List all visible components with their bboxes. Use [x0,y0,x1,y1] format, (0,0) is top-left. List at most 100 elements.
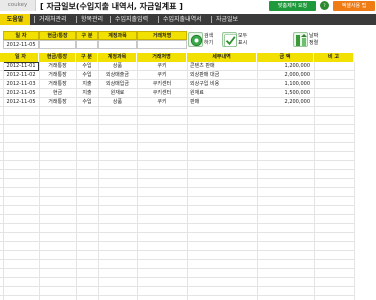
cell-note[interactable] [314,206,354,215]
cell-category[interactable] [76,287,98,296]
cell-note[interactable] [314,287,354,296]
cell-account[interactable]: 외상매출금 [98,71,137,80]
cell-amount[interactable] [257,242,314,251]
cell-client[interactable] [137,143,187,152]
cell-date[interactable]: 2012-11-01 [3,62,39,71]
cell-date[interactable] [3,296,39,300]
cell-date[interactable] [3,206,39,215]
cell-client[interactable] [137,215,187,224]
cell-account[interactable] [98,170,137,179]
cell-date[interactable] [3,197,39,206]
cell-amount[interactable] [257,161,314,170]
cell-account-type[interactable] [39,188,76,197]
cell-client[interactable] [137,287,187,296]
cell-category[interactable] [76,206,98,215]
cell-date[interactable] [3,233,39,242]
cell-details[interactable] [187,269,257,278]
cell-amount[interactable]: 1,500,000 [257,89,314,98]
cell-category[interactable] [76,170,98,179]
cell-account[interactable] [98,197,137,206]
cell-note[interactable] [314,143,354,152]
cell-client[interactable] [137,152,187,161]
cell-account[interactable]: 상품 [98,98,137,107]
cell-account-type[interactable] [39,125,76,134]
cell-account[interactable] [98,251,137,260]
nav-item-statement[interactable]: 수입지출내역서 [163,14,202,25]
cell-note[interactable] [314,89,354,98]
cell-details[interactable] [187,188,257,197]
cell-client[interactable] [137,179,187,188]
help-icon[interactable]: ? [320,1,329,10]
nav-item-daily-report[interactable]: 자금일보 [216,14,238,25]
cell-client[interactable] [137,134,187,143]
cell-amount[interactable] [257,125,314,134]
table-row[interactable] [0,161,354,170]
cell-details[interactable] [187,125,257,134]
cell-note[interactable] [314,197,354,206]
cell-details[interactable]: 콘텐츠 판매 [187,62,257,71]
cell-note[interactable] [314,269,354,278]
table-row[interactable] [0,125,354,134]
cell-details[interactable] [187,287,257,296]
cell-account-type[interactable] [39,224,76,233]
cell-details[interactable]: 원재료 [187,89,257,98]
nav-item-clients[interactable]: 거래처관리 [39,14,67,25]
cell-date[interactable] [3,152,39,161]
cell-details[interactable] [187,143,257,152]
cell-category[interactable] [76,107,98,116]
cell-client[interactable] [137,188,187,197]
cell-note[interactable] [314,215,354,224]
cell-amount[interactable] [257,143,314,152]
cell-account[interactable] [98,188,137,197]
cell-client[interactable]: 쿠키 [137,62,187,71]
cell-client[interactable] [137,278,187,287]
cell-client[interactable]: 쿠키센터 [137,89,187,98]
table-row[interactable] [0,251,354,260]
cell-client[interactable] [137,251,187,260]
cell-account-type[interactable] [39,242,76,251]
cell-account-type[interactable]: 거래통장 [39,98,76,107]
cell-amount[interactable] [257,287,314,296]
cell-account-type[interactable] [39,170,76,179]
cell-account-type[interactable] [39,215,76,224]
cell-date[interactable] [3,260,39,269]
cell-note[interactable] [314,152,354,161]
cell-details[interactable] [187,170,257,179]
nav-item-categories[interactable]: 항목관리 [81,14,103,25]
cell-details[interactable] [187,260,257,269]
cell-client[interactable] [137,233,187,242]
cell-amount[interactable]: 1,200,000 [257,62,314,71]
table-row[interactable] [0,224,354,233]
table-row[interactable] [0,242,354,251]
cell-client[interactable]: 쿠키센터 [137,80,187,89]
cell-date[interactable]: 2012-11-05 [3,89,39,98]
cell-category[interactable] [76,152,98,161]
cell-details[interactable] [187,152,257,161]
cell-note[interactable] [314,170,354,179]
cell-category[interactable] [76,296,98,300]
cell-account[interactable] [98,224,137,233]
cell-account-type[interactable] [39,197,76,206]
cell-client[interactable] [137,269,187,278]
cell-note[interactable] [314,179,354,188]
cell-details[interactable] [187,197,257,206]
cell-note[interactable] [314,134,354,143]
cell-amount[interactable] [257,260,314,269]
cell-details[interactable] [187,179,257,188]
cell-category[interactable] [76,278,98,287]
cell-category[interactable]: 수입 [76,71,98,80]
cell-note[interactable] [314,188,354,197]
cell-date[interactable] [3,116,39,125]
table-row[interactable] [0,152,354,161]
cell-date[interactable] [3,161,39,170]
cell-account[interactable] [98,179,137,188]
cell-date[interactable] [3,170,39,179]
table-row[interactable] [0,233,354,242]
cell-client[interactable] [137,161,187,170]
cell-account[interactable] [98,143,137,152]
cell-category[interactable] [76,224,98,233]
cell-note[interactable] [314,71,354,80]
cell-client[interactable] [137,107,187,116]
cell-account-type[interactable] [39,260,76,269]
cell-details[interactable]: 판매 [187,98,257,107]
